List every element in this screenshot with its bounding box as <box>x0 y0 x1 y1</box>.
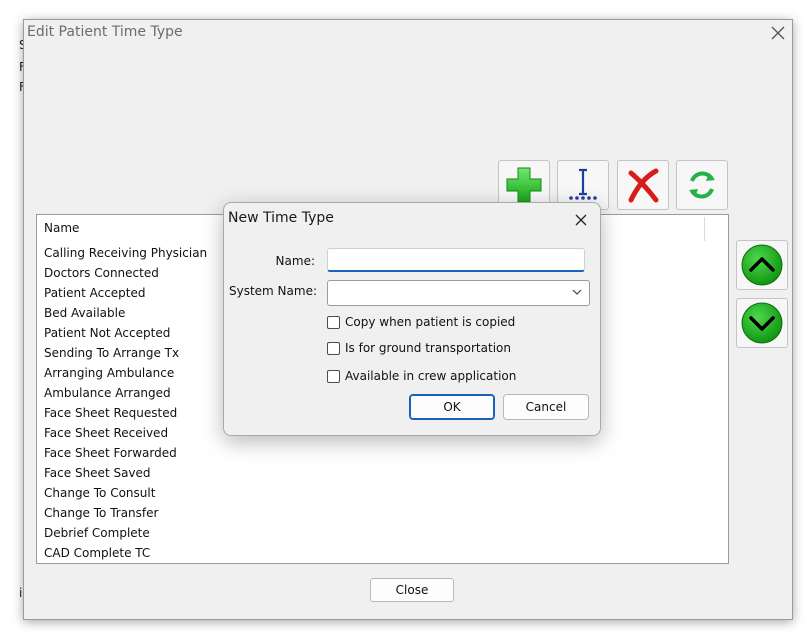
ground-transportation-checkbox[interactable]: Is for ground transportation <box>327 341 511 355</box>
plus-icon <box>506 167 542 203</box>
checkbox-label: Available in crew application <box>345 369 517 383</box>
new-time-type-dialog: New Time Type Name: System Name: Copy wh… <box>223 202 601 436</box>
crew-application-checkbox[interactable]: Available in crew application <box>327 369 516 383</box>
column-separator <box>704 217 705 241</box>
list-item[interactable]: Patient Not Accepted <box>44 323 207 343</box>
chevron-down-icon <box>572 289 582 295</box>
name-label: Name: <box>275 254 315 268</box>
system-name-label: System Name: <box>228 284 317 298</box>
window-title: Edit Patient Time Type <box>27 24 183 40</box>
list-item[interactable]: Sending To Arrange Tx <box>44 343 207 363</box>
move-down-button[interactable] <box>736 298 788 348</box>
checkbox-box[interactable] <box>327 369 340 383</box>
checkbox-label: Is for ground transportation <box>345 341 511 355</box>
list-item[interactable]: Face Sheet Received <box>44 423 207 443</box>
arrow-up-icon <box>741 244 783 286</box>
list-item[interactable]: Arranging Ambulance <box>44 363 207 383</box>
list-item[interactable]: Face Sheet Saved <box>44 463 207 483</box>
list-item[interactable]: Patient Accepted <box>44 283 207 303</box>
window-close-button[interactable] <box>766 22 790 44</box>
dialog-close-button[interactable] <box>570 209 592 231</box>
delete-button[interactable] <box>617 160 669 210</box>
close-icon <box>575 214 587 226</box>
arrow-down-icon <box>741 302 783 344</box>
checkbox-box[interactable] <box>327 315 340 329</box>
list-item[interactable]: Ambulance Arranged <box>44 383 207 403</box>
ok-button[interactable]: OK <box>409 394 495 420</box>
list-item[interactable]: Debrief Complete <box>44 523 207 543</box>
cancel-button[interactable]: Cancel <box>503 394 589 420</box>
dialog-title: New Time Type <box>228 210 334 226</box>
list-item[interactable]: Change To Consult <box>44 483 207 503</box>
list-item[interactable]: Calling Receiving Physician <box>44 243 207 263</box>
list-item[interactable]: Face Sheet Requested <box>44 403 207 423</box>
list-item[interactable]: Face Sheet Forwarded <box>44 443 207 463</box>
refresh-button[interactable] <box>676 160 728 210</box>
move-up-button[interactable] <box>736 240 788 290</box>
list-item[interactable]: CAD Complete TC <box>44 543 207 563</box>
list-item[interactable]: Doctors Connected <box>44 263 207 283</box>
close-button[interactable]: Close <box>370 578 454 602</box>
checkbox-label: Copy when patient is copied <box>345 315 516 329</box>
checkbox-box[interactable] <box>327 341 340 355</box>
copy-when-copied-checkbox[interactable]: Copy when patient is copied <box>327 315 515 329</box>
list-item[interactable]: Bed Available <box>44 303 207 323</box>
refresh-icon <box>689 171 715 199</box>
delete-x-icon <box>628 168 659 203</box>
background-text-fragment: i <box>19 586 23 600</box>
name-input[interactable] <box>327 248 585 272</box>
insert-icon <box>569 168 597 200</box>
close-icon <box>771 26 785 40</box>
list-item[interactable]: Change To Transfer <box>44 503 207 523</box>
list-column-header-name[interactable]: Name <box>44 221 79 235</box>
system-name-select[interactable] <box>327 280 590 306</box>
